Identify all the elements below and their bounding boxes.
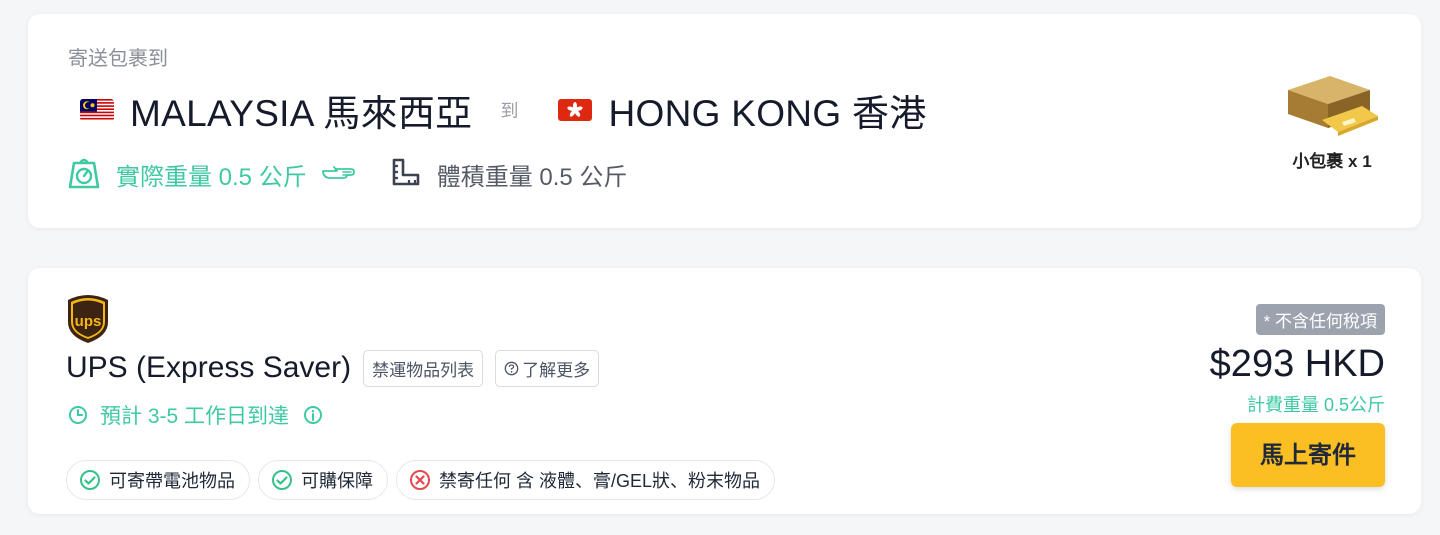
feature-label: 禁寄任何 含 液體、膏/GEL狀、粉末物品 <box>439 471 761 491</box>
ship-now-button[interactable]: 馬上寄件 <box>1231 423 1385 487</box>
x-circle-icon <box>410 470 430 490</box>
question-circle-icon <box>504 361 519 376</box>
price: $293 HKD <box>1209 343 1385 385</box>
shipment-summary-card: 寄送包裹到 MALAYSIA 馬來西亞 到 HONG KONG 香港 實際重量 … <box>28 14 1421 228</box>
weights-row: 實際重量 0.5 公斤 體積重量 0.5 公斤 <box>68 154 627 194</box>
info-icon[interactable] <box>303 405 323 425</box>
check-circle-icon <box>272 470 292 490</box>
feature-label: 可寄帶電池物品 <box>109 471 235 491</box>
eta-text: 預計 3-5 工作日到達 <box>100 405 290 428</box>
price-column: * 不含任何稅項 $293 HKD 計費重量 0.5公斤 馬上寄件 <box>1125 304 1385 487</box>
hong-kong-flag-icon <box>558 99 593 121</box>
ups-logo-icon: ups <box>66 292 110 349</box>
eta-row: 預計 3-5 工作日到達 <box>68 400 323 430</box>
feature-label: 可購保障 <box>301 471 373 491</box>
malaysia-flag-icon <box>80 99 114 121</box>
package-box-icon <box>1282 76 1382 140</box>
route-row: MALAYSIA 馬來西亞 到 HONG KONG 香港 <box>80 86 927 134</box>
check-circle-icon <box>80 470 100 490</box>
scale-icon <box>68 155 100 194</box>
clock-icon <box>68 405 88 425</box>
feature-chip-insurance: 可購保障 <box>258 460 388 500</box>
route-to-label: 到 <box>500 101 519 121</box>
tax-note-badge: * 不含任何稅項 <box>1255 304 1385 335</box>
feature-chips: 可寄帶電池物品 可購保障 禁寄任何 含 液體、膏/GEL狀、粉末物品 <box>66 460 783 500</box>
carrier-quote-card: ups UPS (Express Saver) 禁運物品列表 了解更多 預計 3… <box>28 268 1421 514</box>
section-subtitle: 寄送包裹到 <box>68 48 168 70</box>
feature-chip-liquids: 禁寄任何 含 液體、膏/GEL狀、粉末物品 <box>396 460 776 500</box>
prohibited-items-button[interactable]: 禁運物品列表 <box>363 349 484 387</box>
actual-weight: 實際重量 0.5 公斤 <box>116 163 307 191</box>
destination-country: HONG KONG 香港 <box>608 93 927 134</box>
ruler-icon <box>391 157 421 192</box>
volumetric-weight: 體積重量 0.5 公斤 <box>436 163 628 191</box>
learn-more-label: 了解更多 <box>522 360 591 380</box>
svg-text:ups: ups <box>75 313 102 330</box>
carrier-name: UPS (Express Saver) <box>66 351 352 384</box>
billed-weight: 計費重量 0.5公斤 <box>1246 395 1385 415</box>
package-count: 小包裹 x 1 <box>1292 152 1372 171</box>
origin-country: MALAYSIA 馬來西亞 <box>130 93 473 134</box>
feature-chip-battery: 可寄帶電池物品 <box>66 460 250 500</box>
carrier-row: UPS (Express Saver) 禁運物品列表 了解更多 <box>66 348 600 388</box>
pointing-hand-icon <box>321 161 359 188</box>
prohibited-items-label: 禁運物品列表 <box>372 360 475 380</box>
package-summary: 小包裹 x 1 <box>1277 70 1387 172</box>
learn-more-button[interactable]: 了解更多 <box>495 349 600 387</box>
